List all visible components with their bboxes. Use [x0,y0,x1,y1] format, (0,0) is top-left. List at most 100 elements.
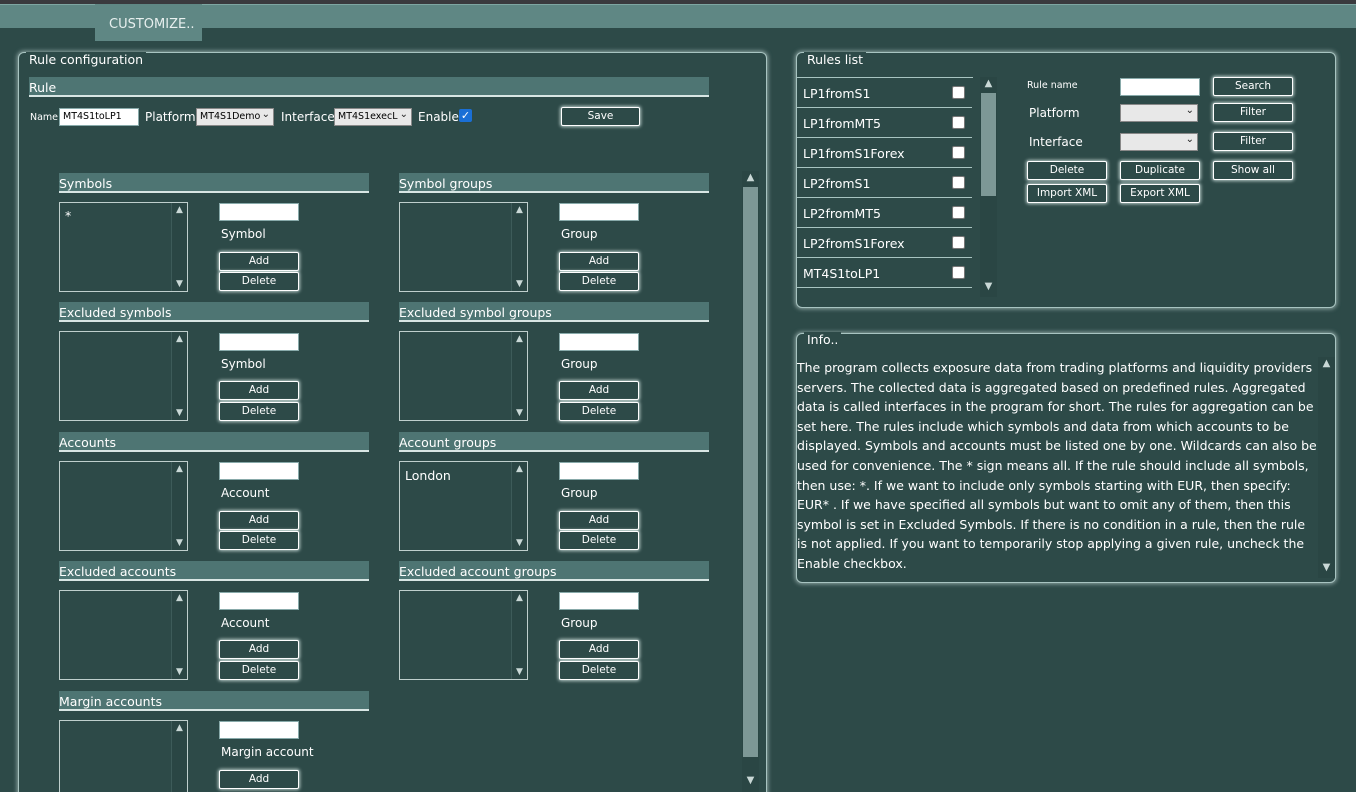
delete-account-group-button[interactable]: Delete [559,531,639,550]
platform-select[interactable]: MT4S1Demo ⌄ [196,108,274,126]
chevron-up-icon[interactable]: ▲ [742,172,759,183]
margin-accounts-list[interactable]: ▲ [59,720,188,792]
chevron-up-icon[interactable]: ▲ [980,78,997,89]
add-account-group-button[interactable]: Add [559,511,639,530]
margin-account-input[interactable] [219,721,299,739]
export-xml-button[interactable]: Export XML [1120,184,1200,203]
rule-config-scrollbar[interactable]: ▲ ▼ [742,171,759,792]
chevron-up-icon[interactable]: ▲ [172,721,187,735]
chevron-up-icon[interactable]: ▲ [172,203,187,217]
save-button[interactable]: Save [561,107,640,126]
chevron-down-icon[interactable]: ▼ [172,536,187,550]
chevron-down-icon[interactable]: ▼ [512,277,527,291]
chevron-up-icon[interactable]: ▲ [172,462,187,476]
table-row[interactable]: LP1fromMT5 [797,108,972,138]
account-group-input[interactable] [559,462,639,480]
accounts-list[interactable]: ▲ ▼ [59,461,188,551]
search-button[interactable]: Search [1213,77,1293,96]
list-scrollbar[interactable]: ▲ ▼ [171,591,187,679]
list-scrollbar[interactable]: ▲ ▼ [511,332,527,420]
table-row[interactable]: LP2fromS1 [797,168,972,198]
rules-list[interactable]: LP1fromS1 LP1fromMT5 LP1fromS1Forex LP2f… [797,77,973,296]
delete-excluded-symbol-button[interactable]: Delete [219,402,299,421]
excluded-symbol-group-input[interactable] [559,333,639,351]
info-scrollbar[interactable]: ▲ ▼ [1318,357,1335,578]
chevron-down-icon[interactable]: ▼ [172,406,187,420]
list-item[interactable]: * [65,208,71,223]
account-input[interactable] [219,462,299,480]
chevron-up-icon[interactable]: ▲ [512,332,527,346]
add-symbol-button[interactable]: Add [219,252,299,271]
symbol-input[interactable] [219,203,299,221]
add-excluded-account-button[interactable]: Add [219,640,299,659]
table-row[interactable]: LP2fromS1Forex [797,228,972,258]
excluded-account-groups-list[interactable]: ▲ ▼ [399,590,528,680]
chevron-up-icon[interactable]: ▲ [512,462,527,476]
chevron-down-icon[interactable]: ▼ [1318,562,1335,573]
add-excluded-account-group-button[interactable]: Add [559,640,639,659]
tab-customize[interactable]: CUSTOMIZE.. [95,4,202,41]
chevron-up-icon[interactable]: ▲ [1318,358,1335,369]
chevron-up-icon[interactable]: ▲ [172,591,187,605]
rules-list-scrollbar[interactable]: ▲ ▼ [980,77,997,297]
rule-checkbox[interactable] [952,176,965,189]
rule-checkbox[interactable] [952,146,965,159]
delete-symbol-button[interactable]: Delete [219,272,299,291]
table-row[interactable]: LP1fromS1Forex [797,138,972,168]
list-scrollbar[interactable]: ▲ ▼ [171,332,187,420]
list-scrollbar[interactable]: ▲ [171,721,187,792]
add-symbol-group-button[interactable]: Add [559,252,639,271]
excluded-account-input[interactable] [219,592,299,610]
table-row[interactable]: MT4S1toLP1 [797,258,972,288]
symbol-group-input[interactable] [559,203,639,221]
chevron-down-icon[interactable]: ▼ [172,277,187,291]
rule-checkbox[interactable] [952,206,965,219]
add-excluded-symbol-group-button[interactable]: Add [559,381,639,400]
chevron-down-icon[interactable]: ▼ [512,536,527,550]
chevron-up-icon[interactable]: ▲ [172,332,187,346]
list-scrollbar[interactable]: ▲ ▼ [511,591,527,679]
chevron-down-icon[interactable]: ▼ [742,775,759,786]
symbol-groups-list[interactable]: ▲ ▼ [399,202,528,292]
account-groups-list[interactable]: London ▲ ▼ [399,461,528,551]
list-scrollbar[interactable]: ▲ ▼ [171,203,187,291]
show-all-button[interactable]: Show all [1213,161,1293,180]
interface-filter-select[interactable]: ⌄ [1120,133,1198,151]
excluded-symbol-input[interactable] [219,333,299,351]
enable-checkbox[interactable]: ✓ [459,109,472,122]
list-item[interactable]: London [405,468,451,483]
delete-symbol-group-button[interactable]: Delete [559,272,639,291]
chevron-down-icon[interactable]: ▼ [980,281,997,292]
delete-rule-button[interactable]: Delete [1027,161,1107,180]
interface-filter-button[interactable]: Filter [1213,132,1293,151]
delete-excluded-symbol-group-button[interactable]: Delete [559,402,639,421]
rule-checkbox[interactable] [952,116,965,129]
chevron-up-icon[interactable]: ▲ [512,203,527,217]
duplicate-rule-button[interactable]: Duplicate [1120,161,1200,180]
list-scrollbar[interactable]: ▲ ▼ [511,462,527,550]
chevron-down-icon[interactable]: ▼ [172,665,187,679]
excluded-accounts-list[interactable]: ▲ ▼ [59,590,188,680]
list-scrollbar[interactable]: ▲ ▼ [511,203,527,291]
delete-account-button[interactable]: Delete [219,531,299,550]
add-excluded-symbol-button[interactable]: Add [219,381,299,400]
add-margin-account-button[interactable]: Add [219,770,299,789]
platform-filter-select[interactable]: ⌄ [1120,104,1198,122]
add-account-button[interactable]: Add [219,511,299,530]
rule-name-search-input[interactable] [1120,78,1200,96]
symbols-list[interactable]: * ▲ ▼ [59,202,188,292]
excluded-symbol-groups-list[interactable]: ▲ ▼ [399,331,528,421]
chevron-up-icon[interactable]: ▲ [512,591,527,605]
rule-checkbox[interactable] [952,236,965,249]
scrollbar-thumb[interactable] [743,187,758,757]
rule-checkbox[interactable] [952,266,965,279]
scrollbar-thumb[interactable] [981,93,996,196]
platform-filter-button[interactable]: Filter [1213,103,1293,122]
rule-checkbox[interactable] [952,86,965,99]
rule-name-input[interactable]: MT4S1toLP1 [59,108,139,126]
table-row[interactable]: LP2fromMT5 [797,198,972,228]
delete-excluded-account-group-button[interactable]: Delete [559,661,639,680]
chevron-down-icon[interactable]: ▼ [512,406,527,420]
table-row[interactable]: LP1fromS1 [797,78,972,108]
interface-select[interactable]: MT4S1execL ⌄ [334,108,412,126]
